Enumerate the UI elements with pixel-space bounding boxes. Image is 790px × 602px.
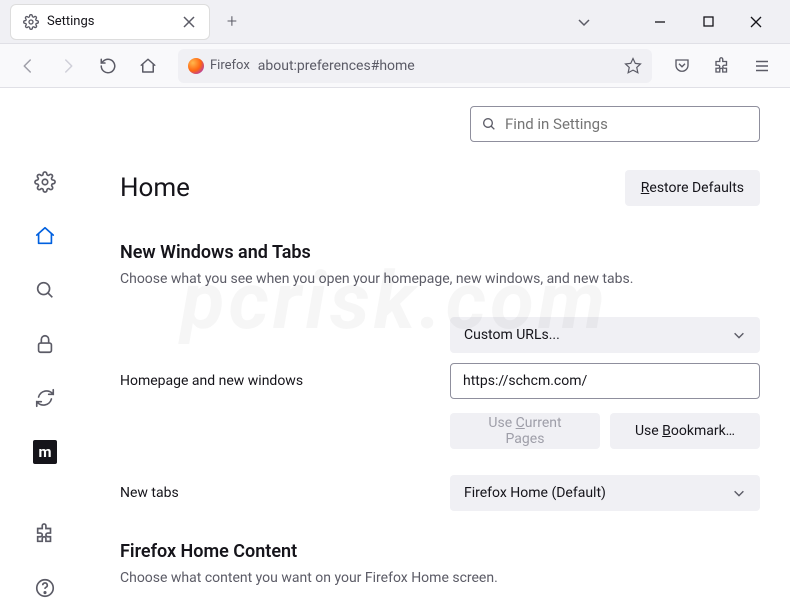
sidebar-general[interactable]: [31, 168, 59, 196]
minimize-button[interactable]: [650, 12, 670, 32]
urlbar[interactable]: Firefox about:preferences#home: [178, 49, 652, 83]
reload-button[interactable]: [92, 50, 124, 82]
forward-button[interactable]: [52, 50, 84, 82]
close-icon[interactable]: [181, 14, 197, 30]
homepage-label: Homepage and new windows: [120, 373, 450, 389]
newtabs-label: New tabs: [120, 485, 450, 501]
sidebar-extensions[interactable]: [31, 520, 59, 548]
m-icon: m: [33, 440, 57, 464]
restore-defaults-button[interactable]: Restore Defaults: [625, 170, 760, 206]
main-panel: Home Restore Defaults New Windows and Ta…: [90, 88, 790, 602]
settings-search-input[interactable]: [505, 115, 749, 133]
section-home-content-desc: Choose what content you want on your Fir…: [120, 570, 760, 586]
use-bookmark-button[interactable]: Use Bookmark…: [610, 413, 760, 449]
sidebar-privacy[interactable]: [31, 330, 59, 358]
firefox-logo-icon: [188, 58, 204, 74]
tabs-dropdown-icon[interactable]: [576, 14, 592, 30]
homepage-url-input[interactable]: [450, 363, 760, 399]
content: m Home Restore Defaults New Windows and …: [0, 88, 790, 602]
bookmark-star-icon[interactable]: [624, 57, 642, 75]
pocket-button[interactable]: [666, 50, 698, 82]
sidebar-sync[interactable]: [31, 384, 59, 412]
settings-search[interactable]: [470, 106, 760, 142]
urlbar-url: about:preferences#home: [258, 58, 616, 74]
appmenu-button[interactable]: [746, 50, 778, 82]
newtabs-mode-value: Firefox Home (Default): [464, 485, 606, 501]
gear-icon: [23, 14, 39, 30]
section-new-windows-tabs-title: New Windows and Tabs: [120, 242, 760, 263]
homepage-mode-value: Custom URLs...: [464, 327, 560, 343]
home-button[interactable]: [132, 50, 164, 82]
tab-settings[interactable]: Settings: [10, 4, 210, 40]
newtab-button[interactable]: +: [216, 6, 248, 38]
toolbar: Firefox about:preferences#home: [0, 44, 790, 88]
urlbar-brand: Firefox: [210, 58, 250, 73]
page-title: Home: [120, 173, 190, 203]
sidebar-search[interactable]: [31, 276, 59, 304]
titlebar: Settings +: [0, 0, 790, 44]
chevron-down-icon: [732, 486, 746, 500]
close-button[interactable]: [746, 12, 766, 32]
sidebar-home[interactable]: [31, 222, 59, 250]
newtabs-mode-select[interactable]: Firefox Home (Default): [450, 475, 760, 511]
section-home-content-title: Firefox Home Content: [120, 541, 760, 562]
sidebar: m: [0, 88, 90, 602]
search-icon: [481, 116, 497, 132]
sidebar-help[interactable]: [31, 574, 59, 602]
use-current-pages-button: Use Current Pages: [450, 413, 600, 449]
maximize-button[interactable]: [698, 12, 718, 32]
back-button[interactable]: [12, 50, 44, 82]
tab-title: Settings: [47, 14, 173, 29]
section-new-windows-tabs-desc: Choose what you see when you open your h…: [120, 271, 760, 287]
extensions-button[interactable]: [706, 50, 738, 82]
chevron-down-icon: [732, 328, 746, 342]
homepage-mode-select[interactable]: Custom URLs...: [450, 317, 760, 353]
identity-box[interactable]: Firefox: [188, 58, 250, 74]
sidebar-more[interactable]: m: [31, 438, 59, 466]
